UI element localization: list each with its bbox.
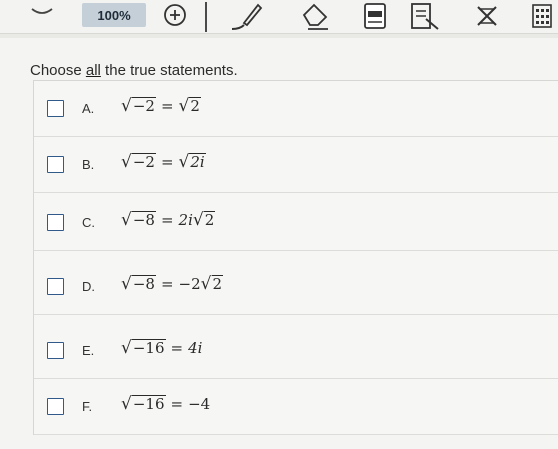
- option-c[interactable]: C. √ −8 = 2i √ 2: [34, 195, 558, 251]
- option-c-checkbox[interactable]: [47, 214, 64, 231]
- rhs-radicand: 2: [211, 275, 224, 293]
- option-e[interactable]: E. √ −16 = 4i: [34, 323, 558, 379]
- zoom-level[interactable]: 100%: [82, 3, 146, 27]
- option-letter: C.: [82, 215, 95, 230]
- prompt-before: Choose: [30, 62, 86, 79]
- rhs-radicand: 2i: [189, 153, 206, 171]
- lhs-radicand: −16: [131, 395, 166, 413]
- answer-options: A. √ −2 = √ 2 B. √ −2 = √ 2i C. √ −8 = 2i √ 2 …: [33, 80, 558, 435]
- lhs-radicand: −8: [131, 275, 156, 293]
- option-letter: E.: [82, 343, 95, 358]
- option-letter: B.: [82, 157, 95, 172]
- pen-icon[interactable]: [226, 1, 270, 31]
- lhs-radicand: −8: [131, 211, 156, 229]
- option-e-expression: √ −16 = 4i: [121, 337, 203, 358]
- rhs-value: 4i: [188, 339, 203, 358]
- lhs-radicand: −16: [131, 339, 166, 357]
- toolbar: 100%: [0, 0, 558, 34]
- option-d-expression: √ −8 = −2 √ 2: [121, 273, 224, 294]
- rhs-radicand: 2: [203, 211, 216, 229]
- eraser-icon[interactable]: [296, 1, 336, 31]
- option-a-expression: √ −2 = √ 2: [121, 95, 201, 116]
- option-letter: F.: [82, 399, 93, 414]
- option-d-checkbox[interactable]: [47, 278, 64, 295]
- option-b[interactable]: B. √ −2 = √ 2i: [34, 137, 558, 193]
- rhs-radicand: 2: [189, 97, 201, 115]
- search-icon[interactable]: [28, 1, 56, 31]
- option-a[interactable]: A. √ −2 = √ 2: [34, 81, 558, 137]
- rhs-value: −4: [188, 395, 211, 414]
- option-d[interactable]: D. √ −8 = −2 √ 2: [34, 259, 558, 315]
- toolbar-divider: [205, 2, 207, 32]
- rhs-coefficient: 2i: [178, 211, 193, 230]
- toolbar-shadow: [0, 34, 558, 38]
- lhs-radicand: −2: [131, 97, 156, 115]
- option-b-checkbox[interactable]: [47, 156, 64, 173]
- cross-out-icon[interactable]: [470, 1, 504, 31]
- lhs-radicand: −2: [131, 153, 156, 171]
- option-letter: D.: [82, 279, 95, 294]
- option-e-checkbox[interactable]: [47, 342, 64, 359]
- option-f-checkbox[interactable]: [47, 398, 64, 415]
- grid-icon[interactable]: [528, 1, 556, 31]
- option-f[interactable]: F. √ −16 = −4: [34, 379, 558, 435]
- prompt-after: the true statements.: [100, 62, 238, 79]
- calculator-icon[interactable]: [360, 1, 390, 31]
- option-c-expression: √ −8 = 2i √ 2: [121, 209, 216, 230]
- question-prompt: Choose all the true statements.: [30, 62, 238, 79]
- rhs-coefficient: −2: [178, 275, 201, 294]
- option-letter: A.: [82, 101, 95, 116]
- option-b-expression: √ −2 = √ 2i: [121, 151, 206, 172]
- option-f-expression: √ −16 = −4: [121, 393, 211, 414]
- prompt-all: all: [85, 62, 101, 79]
- option-a-checkbox[interactable]: [47, 100, 64, 117]
- zoom-in-icon[interactable]: [160, 1, 190, 31]
- notes-icon[interactable]: [406, 1, 446, 31]
